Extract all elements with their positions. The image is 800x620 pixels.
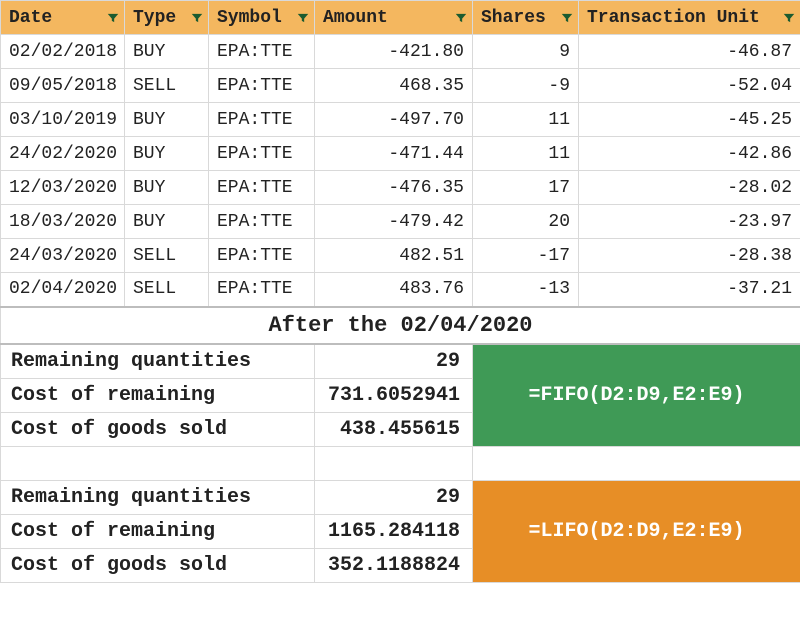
metric-value[interactable]: 29 [315, 480, 473, 514]
col-date-label: Date [9, 8, 52, 28]
cell-type[interactable]: SELL [125, 273, 209, 307]
cell-tunit[interactable]: -23.97 [579, 205, 800, 239]
col-transaction-unit[interactable]: Transaction Unit [579, 1, 800, 35]
cell-shares[interactable]: 11 [473, 103, 579, 137]
table-row[interactable]: 02/04/2020SELLEPA:TTE483.76-13-37.21 [1, 273, 800, 307]
cell-shares[interactable]: -13 [473, 273, 579, 307]
cell-tunit[interactable]: -42.86 [579, 137, 800, 171]
table-row[interactable]: 02/02/2018BUYEPA:TTE-421.809-46.87 [1, 35, 800, 69]
spreadsheet-view[interactable]: Date Type Symbol Amount Shares Transacti… [0, 0, 800, 620]
cell-amount[interactable]: -471.44 [315, 137, 473, 171]
section-title-row: After the 02/04/2020 [1, 307, 800, 344]
cell-symbol[interactable]: EPA:TTE [209, 205, 315, 239]
fifo-remaining-qty-row: Remaining quantities 29 =FIFO(D2:D9,E2:E… [1, 344, 800, 379]
table-row[interactable]: 24/03/2020SELLEPA:TTE482.51-17-28.38 [1, 239, 800, 273]
cell-type[interactable]: SELL [125, 239, 209, 273]
cell-symbol[interactable]: EPA:TTE [209, 171, 315, 205]
cell-shares[interactable]: -17 [473, 239, 579, 273]
metric-label[interactable]: Cost of remaining [1, 378, 315, 412]
fifo-formula-cell[interactable]: =FIFO(D2:D9,E2:E9) [473, 344, 800, 447]
cell-amount[interactable]: -476.35 [315, 171, 473, 205]
col-type[interactable]: Type [125, 1, 209, 35]
cell-tunit[interactable]: -28.02 [579, 171, 800, 205]
cell-date[interactable]: 24/03/2020 [1, 239, 125, 273]
table-row[interactable]: 09/05/2018SELLEPA:TTE468.35-9-52.04 [1, 69, 800, 103]
cell-tunit[interactable]: -45.25 [579, 103, 800, 137]
cell-symbol[interactable]: EPA:TTE [209, 273, 315, 307]
filter-icon[interactable] [560, 11, 574, 25]
table-row[interactable]: 24/02/2020BUYEPA:TTE-471.4411-42.86 [1, 137, 800, 171]
cell-shares[interactable]: 20 [473, 205, 579, 239]
metric-label[interactable]: Cost of goods sold [1, 412, 315, 446]
cell-type[interactable]: BUY [125, 137, 209, 171]
header-row: Date Type Symbol Amount Shares Transacti… [1, 1, 800, 35]
metric-label[interactable]: Remaining quantities [1, 344, 315, 379]
cell-amount[interactable]: 482.51 [315, 239, 473, 273]
cell-amount[interactable]: 483.76 [315, 273, 473, 307]
cell-date[interactable]: 12/03/2020 [1, 171, 125, 205]
cell-date[interactable]: 24/02/2020 [1, 137, 125, 171]
table-row[interactable]: 12/03/2020BUYEPA:TTE-476.3517-28.02 [1, 171, 800, 205]
cell-tunit[interactable]: -52.04 [579, 69, 800, 103]
cell-symbol[interactable]: EPA:TTE [209, 35, 315, 69]
cell-tunit[interactable]: -37.21 [579, 273, 800, 307]
table-body: 02/02/2018BUYEPA:TTE-421.809-46.87 09/05… [1, 35, 800, 583]
cell-shares[interactable]: 9 [473, 35, 579, 69]
metric-label[interactable]: Remaining quantities [1, 480, 315, 514]
cell-symbol[interactable]: EPA:TTE [209, 239, 315, 273]
metric-value[interactable]: 438.455615 [315, 412, 473, 446]
col-symbol[interactable]: Symbol [209, 1, 315, 35]
cell-type[interactable]: BUY [125, 205, 209, 239]
cell-date[interactable]: 18/03/2020 [1, 205, 125, 239]
metric-label[interactable]: Cost of goods sold [1, 548, 315, 582]
cell-type[interactable]: SELL [125, 69, 209, 103]
cell-tunit[interactable]: -28.38 [579, 239, 800, 273]
col-date[interactable]: Date [1, 1, 125, 35]
metric-label[interactable]: Cost of remaining [1, 514, 315, 548]
cell-date[interactable]: 09/05/2018 [1, 69, 125, 103]
spacer-row [1, 446, 800, 480]
cell-date[interactable]: 02/04/2020 [1, 273, 125, 307]
metric-value[interactable]: 29 [315, 344, 473, 379]
metric-value[interactable]: 352.1188824 [315, 548, 473, 582]
cell-amount[interactable]: -479.42 [315, 205, 473, 239]
cell-amount[interactable]: 468.35 [315, 69, 473, 103]
lifo-remaining-qty-row: Remaining quantities 29 =LIFO(D2:D9,E2:E… [1, 480, 800, 514]
transactions-table[interactable]: Date Type Symbol Amount Shares Transacti… [0, 0, 800, 583]
filter-icon[interactable] [296, 11, 310, 25]
metric-value[interactable]: 1165.284118 [315, 514, 473, 548]
filter-icon[interactable] [782, 11, 796, 25]
cell-shares[interactable]: 17 [473, 171, 579, 205]
table-row[interactable]: 18/03/2020BUYEPA:TTE-479.4220-23.97 [1, 205, 800, 239]
section-title: After the 02/04/2020 [1, 307, 800, 344]
cell-symbol[interactable]: EPA:TTE [209, 69, 315, 103]
cell-tunit[interactable]: -46.87 [579, 35, 800, 69]
cell-amount[interactable]: -497.70 [315, 103, 473, 137]
cell-date[interactable]: 02/02/2018 [1, 35, 125, 69]
filter-icon[interactable] [106, 11, 120, 25]
cell-amount[interactable]: -421.80 [315, 35, 473, 69]
cell-symbol[interactable]: EPA:TTE [209, 137, 315, 171]
cell-type[interactable]: BUY [125, 103, 209, 137]
filter-icon[interactable] [190, 11, 204, 25]
col-type-label: Type [133, 8, 176, 28]
col-symbol-label: Symbol [217, 8, 282, 28]
cell-type[interactable]: BUY [125, 35, 209, 69]
table-row[interactable]: 03/10/2019BUYEPA:TTE-497.7011-45.25 [1, 103, 800, 137]
lifo-formula-cell[interactable]: =LIFO(D2:D9,E2:E9) [473, 480, 800, 582]
cell-date[interactable]: 03/10/2019 [1, 103, 125, 137]
col-shares-label: Shares [481, 8, 546, 28]
filter-icon[interactable] [454, 11, 468, 25]
col-amount-label: Amount [323, 8, 388, 28]
cell-shares[interactable]: 11 [473, 137, 579, 171]
cell-symbol[interactable]: EPA:TTE [209, 103, 315, 137]
col-tunit-label: Transaction Unit [587, 8, 760, 28]
cell-shares[interactable]: -9 [473, 69, 579, 103]
cell-type[interactable]: BUY [125, 171, 209, 205]
col-amount[interactable]: Amount [315, 1, 473, 35]
metric-value[interactable]: 731.6052941 [315, 378, 473, 412]
col-shares[interactable]: Shares [473, 1, 579, 35]
